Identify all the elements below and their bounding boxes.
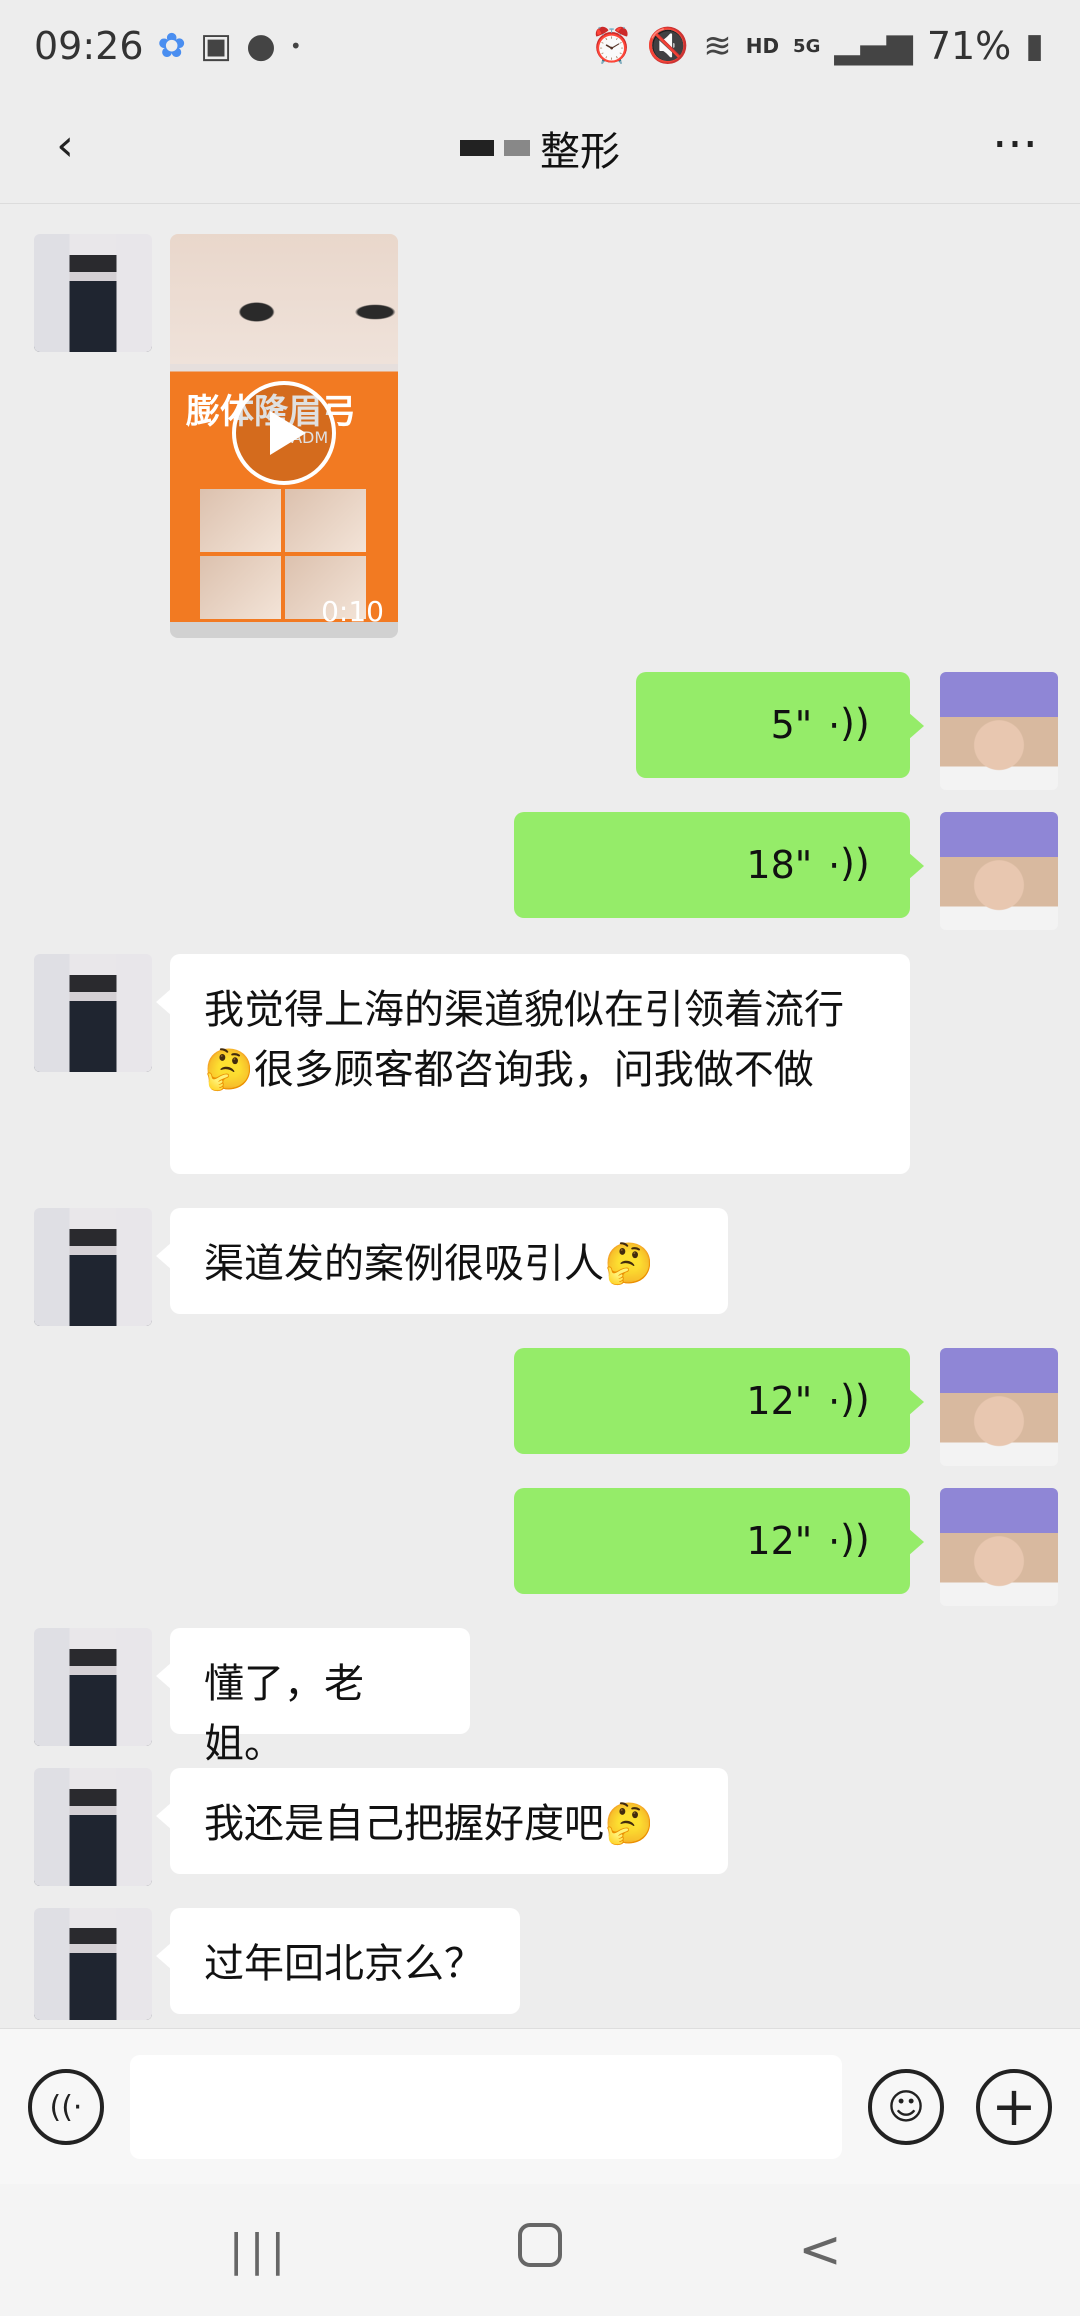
voice-wave-icon: ((· [49, 2089, 83, 2125]
gallery-icon: ▣ [200, 26, 233, 66]
play-icon[interactable] [232, 381, 336, 485]
voice-duration: 5" [770, 703, 813, 747]
self-avatar[interactable] [940, 672, 1058, 790]
input-bar: ((· ☺ + [0, 2028, 1080, 2184]
plus-icon: + [991, 2075, 1037, 2138]
battery-icon: ▮ [1025, 26, 1044, 66]
back-arrow-icon: ‹ [56, 119, 74, 171]
message-text: 过年回北京么？ [204, 1941, 484, 1987]
voice-duration: 12" [746, 1379, 813, 1423]
contact-avatar[interactable] [34, 234, 152, 352]
voice-wave-icon: ((· [828, 1379, 870, 1423]
voice-wave-icon: ((· [828, 703, 870, 747]
wechat-icon: ● [246, 26, 276, 66]
chat-header: ‹ 整形 ··· [0, 92, 1080, 204]
network-label: 5G [793, 35, 821, 57]
system-back-button[interactable]: < [770, 2220, 870, 2280]
self-avatar[interactable] [940, 1488, 1058, 1606]
recents-button[interactable]: ||| [210, 2225, 310, 2276]
redacted-name-block [460, 139, 494, 156]
chat-title-group: 整形 [460, 119, 620, 177]
signal-icon: ▂▄▆ [834, 26, 913, 66]
voice-message[interactable]: 5" ((· [636, 672, 924, 778]
message-text: 懂了，老姐。 [204, 1661, 364, 1767]
smiley-icon: ☺ [887, 2086, 925, 2128]
voice-wave-icon: ((· [828, 843, 870, 887]
text-message[interactable]: 渠道发的案例很吸引人🤔 [156, 1208, 728, 1314]
message-text: 我觉得上海的渠道貌似在引领着流行 [204, 987, 844, 1033]
chat-title: 整形 [540, 128, 620, 175]
status-time: 09:26 [34, 24, 144, 68]
dot-icon: • [289, 34, 302, 58]
voice-message[interactable]: 12" ((· [514, 1488, 924, 1594]
contact-avatar[interactable] [34, 1628, 152, 1746]
message-text: 我还是自己把握好度吧 [204, 1801, 604, 1847]
hd-label: HD [745, 34, 780, 58]
baidu-netdisk-icon: ✿ [157, 26, 187, 66]
battery-percent: 71% [926, 24, 1012, 68]
contact-avatar[interactable] [34, 1768, 152, 1886]
back-button[interactable]: ‹ [30, 110, 100, 180]
voice-duration: 12" [746, 1519, 813, 1563]
mute-icon: 🔇 [646, 26, 690, 66]
emoji-button[interactable]: ☺ [868, 2069, 944, 2145]
video-message[interactable]: 膨体隆眉弓 人 ADM 0:10 [170, 234, 398, 638]
self-avatar[interactable] [940, 1348, 1058, 1466]
message-text: 很多顾客都咨询我，问我做不做 [253, 1047, 814, 1093]
alarm-icon: ⏰ [590, 26, 633, 66]
status-bar: 09:26 ✿ ▣ ● • ⏰ 🔇 ≋ HD 5G ▂▄▆ 71% ▮ [0, 0, 1080, 92]
voice-message[interactable]: 12" ((· [514, 1348, 924, 1454]
home-button[interactable] [490, 2220, 590, 2280]
video-thumbnail-image [170, 234, 398, 364]
system-nav-bar: ||| < [0, 2184, 1080, 2316]
video-duration: 0:10 [321, 595, 384, 628]
wifi-icon: ≋ [703, 26, 732, 66]
thinking-emoji-icon: 🤔 [204, 1047, 254, 1093]
contact-avatar[interactable] [34, 1908, 152, 2020]
contact-avatar[interactable] [34, 1208, 152, 1326]
voice-message[interactable]: 18" ((· [514, 812, 924, 918]
more-options-button[interactable]: ··· [980, 110, 1050, 180]
message-input[interactable] [130, 2055, 842, 2159]
text-message[interactable]: 过年回北京么？ [156, 1908, 520, 2014]
voice-wave-icon: ((· [828, 1519, 870, 1563]
thinking-emoji-icon: 🤔 [604, 1801, 654, 1847]
more-icon: ··· [992, 117, 1038, 173]
contact-avatar[interactable] [34, 954, 152, 1072]
home-icon [518, 2223, 562, 2267]
voice-input-toggle[interactable]: ((· [28, 2069, 104, 2145]
thinking-emoji-icon: 🤔 [604, 1241, 654, 1287]
text-message[interactable]: 懂了，老姐。 [156, 1628, 470, 1767]
text-message[interactable]: 我还是自己把握好度吧🤔 [156, 1768, 728, 1874]
message-text: 渠道发的案例很吸引人 [204, 1241, 604, 1287]
voice-duration: 18" [746, 843, 813, 887]
more-actions-button[interactable]: + [976, 2069, 1052, 2145]
redacted-name-block [504, 139, 530, 156]
self-avatar[interactable] [940, 812, 1058, 930]
text-message[interactable]: 我觉得上海的渠道貌似在引领着流行 🤔很多顾客都咨询我，问我做不做 [156, 954, 910, 1174]
